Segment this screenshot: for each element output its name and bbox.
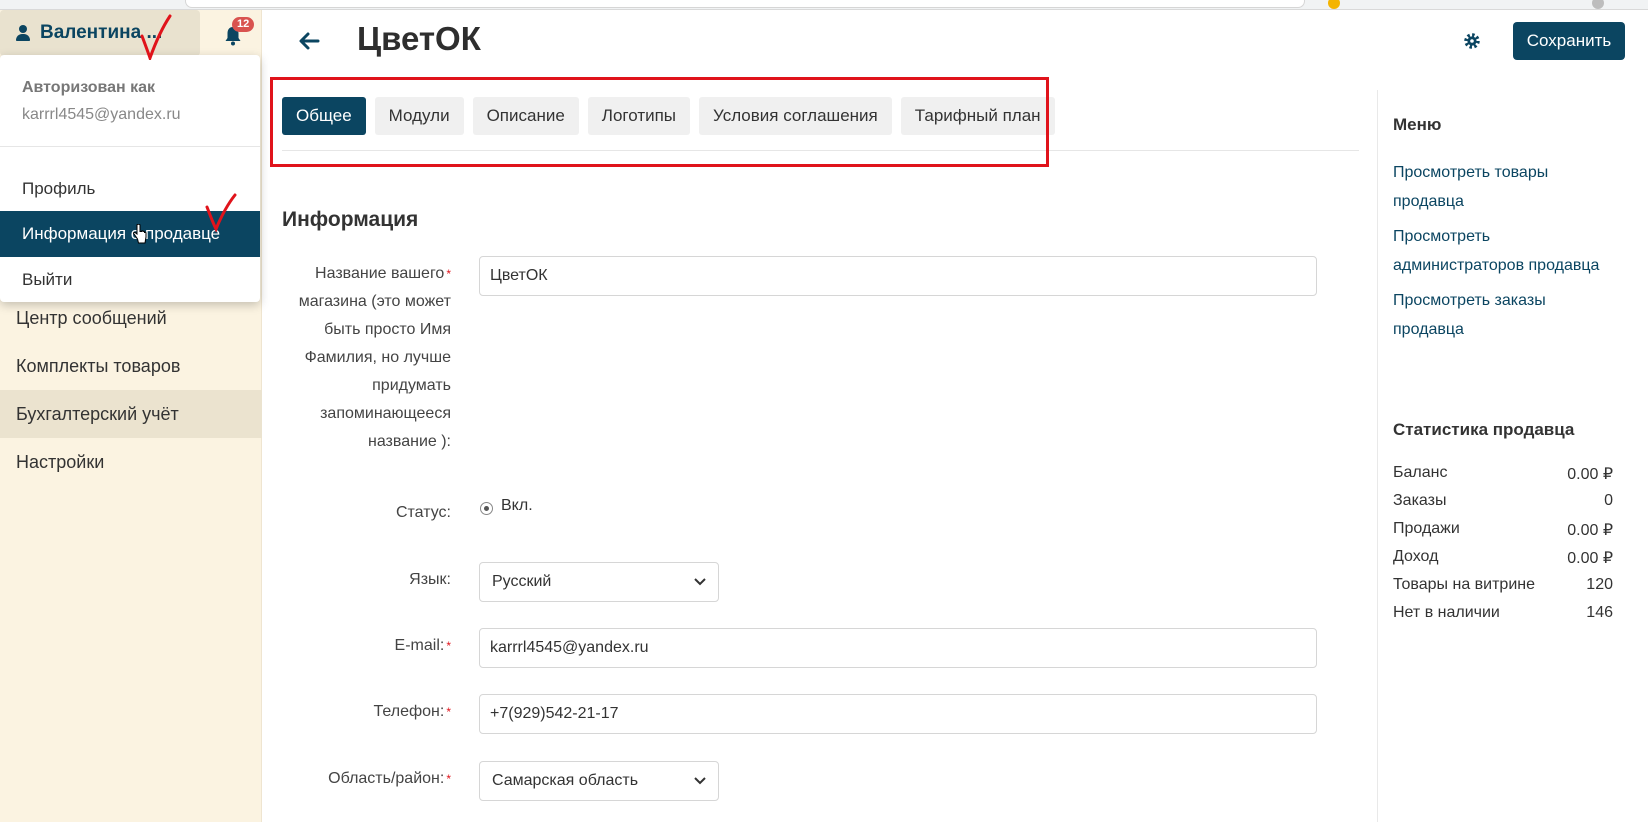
stat-value: 146 [1586, 604, 1613, 621]
address-bar[interactable] [185, 0, 1305, 8]
phone-field[interactable] [479, 694, 1317, 734]
stat-row: Продажи 0.00 ₽ [1393, 520, 1613, 548]
stat-row: Заказы 0 [1393, 492, 1613, 520]
tabs-divider [282, 150, 1359, 151]
required-asterisk: * [446, 639, 451, 653]
save-button[interactable]: Сохранить [1513, 22, 1625, 60]
user-name: Валентина ... [40, 22, 163, 43]
sidebar-item-bundles[interactable]: Комплекты товаров [0, 342, 262, 390]
stat-label: Доход [1393, 548, 1439, 565]
user-menu-button[interactable]: Валентина ... [0, 10, 200, 56]
email-label: E-mail: * [394, 637, 451, 654]
right-panel: Меню Просмотреть товары продавца Просмотр… [1377, 90, 1648, 822]
sidebar-menu: Центр сообщений Комплекты товаров Бухгал… [0, 294, 262, 486]
gear-icon[interactable] [1462, 31, 1482, 51]
language-select-value: Русский [492, 573, 552, 590]
link-view-vendor-orders[interactable]: Просмотреть заказы продавца [1393, 286, 1623, 344]
stat-row: Нет в наличии 146 [1393, 604, 1613, 632]
extension-icon[interactable] [1328, 0, 1340, 9]
region-select[interactable]: Самарская область [479, 761, 719, 801]
user-dropdown-menu: Авторизован как karrrl4545@yandex.ru Про… [0, 55, 260, 302]
stat-value: 0.00 ₽ [1567, 550, 1613, 567]
status-radio-label: Вкл. [501, 497, 533, 514]
tab-general[interactable]: Общее [282, 97, 366, 135]
stat-value: 0.00 ₽ [1567, 522, 1613, 539]
store-name-label-line: Название вашего * [315, 265, 451, 282]
email-field[interactable] [479, 628, 1317, 668]
user-icon [16, 25, 30, 41]
language-select[interactable]: Русский [479, 562, 719, 602]
stat-value: 0.00 ₽ [1567, 466, 1613, 483]
chevron-down-icon [694, 777, 706, 785]
store-name-label-line: Фамилия, но лучше [304, 349, 451, 366]
back-arrow-icon[interactable] [298, 30, 320, 52]
authorized-email: karrrl4545@yandex.ru [22, 106, 181, 123]
tab-plan[interactable]: Тарифный план [900, 97, 1055, 135]
status-label: Статус: [395, 504, 451, 521]
store-name-label: Название вашего * магазина (это может быт… [273, 260, 451, 456]
tab-modules[interactable]: Модули [374, 97, 464, 135]
tab-logos[interactable]: Логотипы [587, 97, 691, 135]
hand-cursor-icon [133, 224, 147, 244]
browser-toolbar [0, 0, 1648, 10]
stat-row: Баланс 0.00 ₽ [1393, 464, 1613, 492]
stat-label: Нет в наличии [1393, 604, 1500, 621]
notification-count-badge: 12 [232, 17, 255, 32]
dropdown-divider [0, 146, 260, 147]
sidebar-header: Валентина ... 12 [0, 10, 262, 60]
sidebar-item-settings[interactable]: Настройки [0, 438, 262, 486]
section-title: Информация [282, 208, 419, 231]
required-asterisk: * [446, 267, 451, 281]
tab-terms[interactable]: Условия соглашения [699, 97, 892, 135]
link-view-vendor-products[interactable]: Просмотреть товары продавца [1393, 158, 1623, 216]
stat-label: Баланс [1393, 464, 1448, 481]
store-name-input[interactable] [479, 256, 1317, 296]
authorized-as-label: Авторизован как [22, 79, 156, 96]
region-select-value: Самарская область [492, 772, 639, 789]
status-radio-on[interactable] [480, 502, 493, 515]
dropdown-item-logout[interactable]: Выйти [0, 257, 260, 303]
store-name-label-line: быть просто Имя [324, 321, 451, 338]
menu-title: Меню [1393, 115, 1442, 134]
store-name-label-line: запоминающееся [320, 405, 451, 422]
tab-bar: Общее Модули Описание Логотипы Условия с… [282, 97, 1055, 137]
required-asterisk: * [446, 705, 451, 719]
region-label: Область/район: * [328, 770, 451, 787]
language-label: Язык: [409, 571, 451, 588]
stat-row: Доход 0.00 ₽ [1393, 548, 1613, 576]
stat-label: Продажи [1393, 520, 1460, 537]
tab-description[interactable]: Описание [472, 97, 579, 135]
store-name-label-line: придумать [372, 377, 451, 394]
store-name-label-line: название ): [368, 433, 451, 450]
dropdown-item-profile[interactable]: Профиль [0, 166, 260, 212]
page-title: ЦветОК [357, 20, 481, 57]
chevron-down-icon [694, 578, 706, 586]
stat-value: 120 [1586, 576, 1613, 593]
notifications-button[interactable]: 12 [224, 17, 255, 46]
stat-row: Товары на витрине 120 [1393, 576, 1613, 604]
dropdown-item-vendor-info[interactable]: Информация о продавце [0, 211, 260, 257]
stats-title: Статистика продавца [1393, 420, 1575, 439]
stat-label: Заказы [1393, 492, 1447, 509]
stat-value: 0 [1604, 492, 1613, 509]
required-asterisk: * [446, 772, 451, 786]
store-name-label-line: магазина (это может [298, 293, 451, 310]
link-view-vendor-admins[interactable]: Просмотреть администраторов продавца [1393, 222, 1623, 280]
stat-label: Товары на витрине [1393, 576, 1535, 593]
phone-label: Телефон: * [373, 703, 452, 720]
profile-icon[interactable] [1592, 0, 1604, 9]
sidebar-item-accounting[interactable]: Бухгалтерский учёт [0, 390, 262, 438]
